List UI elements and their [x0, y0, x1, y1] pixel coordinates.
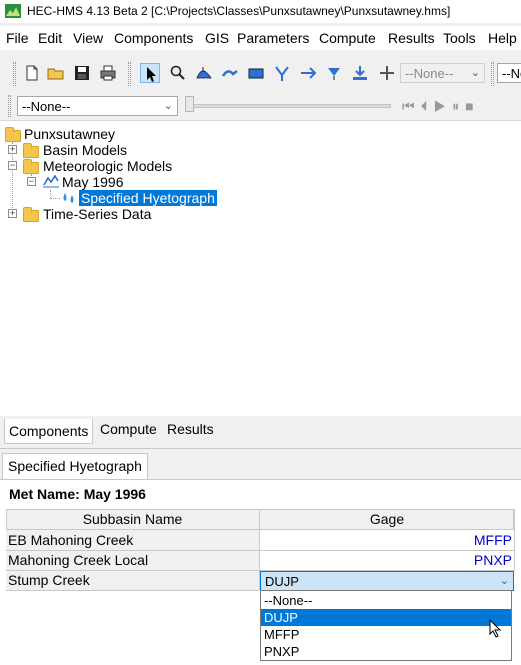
- reservoir-tool-icon[interactable]: [246, 63, 266, 83]
- folder-icon: [23, 143, 39, 158]
- toolbar-grip: [491, 62, 494, 86]
- collapse-icon[interactable]: −: [8, 161, 17, 170]
- gage-select[interactable]: DUJP ⌄: [260, 571, 514, 591]
- menu-parameters[interactable]: Parameters: [237, 30, 309, 46]
- play-icon[interactable]: ▶: [434, 98, 453, 114]
- precip-drops-icon: [61, 191, 77, 205]
- tree-node-specified-hyetograph[interactable]: Specified Hyetograph: [79, 190, 217, 206]
- tab-components[interactable]: Components: [4, 419, 94, 444]
- table-row-gage[interactable]: MFFP: [262, 532, 512, 548]
- pause-icon[interactable]: ⏸: [452, 98, 465, 114]
- app-icon: [5, 4, 21, 18]
- mouse-cursor-icon: [489, 618, 503, 639]
- window-title: HEC-HMS 4.13 Beta 2 [C:\Projects\Classes…: [27, 4, 451, 18]
- rewind-icon[interactable]: ⏮: [402, 98, 421, 114]
- reach-tool-icon[interactable]: [220, 63, 240, 83]
- playback-controls: ⏮⏴▶⏸■: [402, 98, 480, 115]
- met-name-row: Met Name: May 1996: [9, 486, 146, 502]
- chevron-down-icon: ⌄: [499, 575, 509, 587]
- gage-dropdown-list: --None-- DUJP MFFP PNXP: [260, 590, 512, 661]
- tree-root-project[interactable]: Punxsutawney: [24, 126, 115, 142]
- tree-node-basin-models[interactable]: Basin Models: [43, 142, 127, 158]
- row-divider: [6, 550, 514, 551]
- table-row-subbasin: Stump Creek: [8, 572, 90, 588]
- tree-connector: [50, 190, 51, 198]
- menu-edit[interactable]: Edit: [38, 30, 62, 46]
- menu-gis[interactable]: GIS: [205, 30, 229, 46]
- expand-icon[interactable]: +: [8, 145, 17, 154]
- folder-icon: [23, 207, 39, 222]
- source-tool-icon[interactable]: [324, 63, 344, 83]
- row-divider: [6, 590, 259, 591]
- run-combo-partial[interactable]: --No: [497, 63, 521, 83]
- stop-icon[interactable]: ■: [465, 98, 479, 114]
- tree-node-time-series-data[interactable]: Time-Series Data: [43, 206, 151, 222]
- met-model-icon: [42, 174, 60, 189]
- table-border: [514, 509, 515, 571]
- tree-node-meteorologic-models[interactable]: Meteorologic Models: [43, 158, 172, 174]
- chevron-down-icon: ⌄: [163, 100, 173, 112]
- menu-components[interactable]: Components: [114, 30, 193, 46]
- tab-specified-hyetograph[interactable]: Specified Hyetograph: [2, 453, 148, 480]
- expand-icon[interactable]: +: [8, 209, 17, 218]
- run-select[interactable]: --None-- ⌄: [17, 96, 178, 116]
- junction-tool-icon[interactable]: [272, 63, 292, 83]
- dropdown-option-selected[interactable]: DUJP: [261, 609, 511, 626]
- collapse-icon[interactable]: −: [27, 177, 36, 186]
- save-icon[interactable]: [72, 63, 92, 83]
- zoom-icon[interactable]: [168, 63, 188, 83]
- menu-tools[interactable]: Tools: [443, 30, 476, 46]
- diversion-tool-icon[interactable]: [298, 63, 318, 83]
- dropdown-option[interactable]: --None--: [261, 592, 511, 609]
- sink-tool-icon[interactable]: [350, 63, 370, 83]
- folder-icon: [23, 159, 39, 174]
- table-row-gage[interactable]: PNXP: [262, 552, 512, 568]
- time-slider-thumb[interactable]: [185, 96, 194, 112]
- tab-results[interactable]: Results: [163, 419, 218, 439]
- open-folder-icon[interactable]: [46, 63, 66, 83]
- time-slider-track[interactable]: [186, 104, 391, 108]
- menu-file[interactable]: File: [6, 30, 29, 46]
- arrow-select-icon[interactable]: [140, 63, 160, 83]
- met-name-label: Met Name:: [9, 486, 80, 502]
- title-bar: HEC-HMS 4.13 Beta 2 [C:\Projects\Classes…: [0, 0, 521, 23]
- menu-view[interactable]: View: [73, 30, 103, 46]
- add-icon[interactable]: [377, 63, 397, 83]
- project-combo[interactable]: --None-- ⌄: [400, 63, 485, 83]
- dropdown-option[interactable]: MFFP: [261, 626, 511, 643]
- subbasin-tool-icon[interactable]: [194, 63, 214, 83]
- new-file-icon[interactable]: [22, 63, 42, 83]
- toolbar-grip: [13, 62, 16, 86]
- column-header-subbasin[interactable]: Subbasin Name: [6, 511, 259, 527]
- table-row-subbasin: Mahoning Creek Local: [8, 552, 149, 568]
- tree-connector: [50, 198, 60, 199]
- tab-compute[interactable]: Compute: [96, 419, 161, 439]
- table-row-subbasin: EB Mahoning Creek: [8, 532, 134, 548]
- tree-node-may-1996[interactable]: May 1996: [62, 174, 123, 190]
- toolbar-grip: [128, 62, 131, 86]
- menu-compute[interactable]: Compute: [319, 30, 376, 46]
- step-back-icon[interactable]: ⏴: [421, 98, 434, 114]
- dropdown-option[interactable]: PNXP: [261, 643, 511, 660]
- toolbar-grip: [8, 95, 11, 117]
- menu-results[interactable]: Results: [388, 30, 435, 46]
- menu-help[interactable]: Help: [488, 30, 517, 46]
- print-icon[interactable]: [98, 63, 118, 83]
- menu-bar: File Edit View Components GIS Parameters…: [0, 26, 521, 50]
- met-name-value: May 1996: [83, 486, 146, 502]
- column-header-gage[interactable]: Gage: [260, 511, 514, 527]
- folder-icon: [5, 127, 21, 142]
- chevron-down-icon: ⌄: [470, 67, 480, 79]
